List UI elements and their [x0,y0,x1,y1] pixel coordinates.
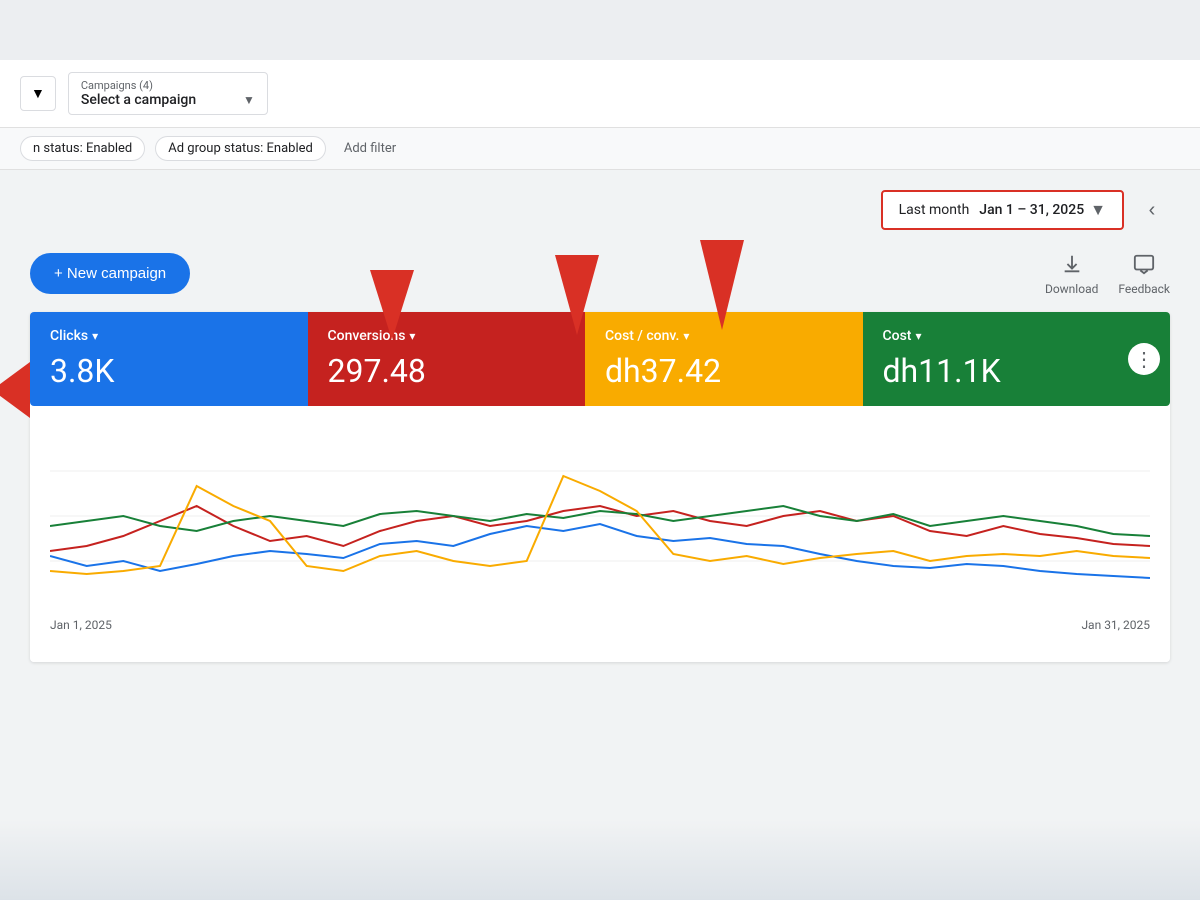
date-range-section: Last month Jan 1 – 31, 2025 ▼ ‹ [30,190,1170,230]
toolbar-actions: Download Feedback [1045,250,1170,296]
add-filter-button[interactable]: Add filter [336,137,404,160]
download-action[interactable]: Download [1045,250,1098,296]
toolbar-row: + New campaign Download Feedback [30,250,1170,296]
campaign-chevron-icon: ▼ [243,93,255,107]
feedback-label: Feedback [1118,282,1170,296]
cost-chevron-icon: ▾ [915,329,921,343]
campaign-select-value: Select a campaign ▼ [81,92,255,108]
chart-dates: Jan 1, 2025 Jan 31, 2025 [50,618,1150,632]
chart-container: Jan 1, 2025 Jan 31, 2025 [30,406,1170,662]
stat-clicks-label: Clicks ▾ [50,328,288,344]
date-range-box[interactable]: Last month Jan 1 – 31, 2025 ▼ [881,190,1124,230]
clicks-chevron-icon: ▾ [92,329,98,343]
performance-chart [50,426,1150,606]
feedback-action[interactable]: Feedback [1118,250,1170,296]
filter-chip-adgroup[interactable]: Ad group status: Enabled [155,136,326,161]
stat-cost[interactable]: Cost ▾ dh11.1K [863,312,1171,406]
new-campaign-button[interactable]: + New campaign [30,253,190,294]
stat-conversions-label: Conversions ▾ [328,328,566,344]
annotation-arrow-3 [700,240,744,330]
new-campaign-label: + New campaign [54,265,166,282]
chart-end-date: Jan 31, 2025 [1081,618,1150,632]
stat-cost-value: dh11.1K [883,352,1121,390]
nav-prev-button[interactable]: ‹ [1134,192,1170,228]
more-options-button[interactable]: ⋮ [1128,343,1160,375]
stat-cost-conv-value: dh37.42 [605,352,843,390]
main-content: Last month Jan 1 – 31, 2025 ▼ ‹ + New ca… [0,170,1200,682]
date-select[interactable]: Jan 1 – 31, 2025 ▼ [979,200,1106,220]
campaign-select-label: Campaigns (4) [81,79,255,92]
date-chevron-icon: ▼ [1090,200,1106,220]
account-select-chevron: ▼ [31,85,45,102]
stat-cost-label: Cost ▾ [883,328,1121,344]
filter-bar: n status: Enabled Ad group status: Enabl… [0,128,1200,170]
account-select[interactable]: ▼ [20,76,56,111]
campaign-select[interactable]: Campaigns (4) Select a campaign ▼ [68,72,268,115]
metrics-card: Clicks ▾ 3.8K Conversions ▾ 297.48 Cost … [30,312,1170,662]
cost-conv-chevron-icon: ▾ [683,329,689,343]
left-arrow-indicator [0,362,30,418]
date-label: Last month [899,202,970,218]
chart-start-date: Jan 1, 2025 [50,618,112,632]
feedback-icon [1130,250,1158,278]
stat-clicks[interactable]: Clicks ▾ 3.8K [30,312,308,406]
stat-cost-conv-label: Cost / conv. ▾ [605,328,843,344]
download-label: Download [1045,282,1098,296]
top-bar: ▼ Campaigns (4) Select a campaign ▼ [0,60,1200,128]
download-icon [1058,250,1086,278]
filter-chip-status[interactable]: n status: Enabled [20,136,145,161]
stat-clicks-value: 3.8K [50,352,288,390]
annotation-arrow-1 [370,270,414,340]
stat-conversions-value: 297.48 [328,352,566,390]
stat-conversions[interactable]: Conversions ▾ 297.48 [308,312,586,406]
stats-row: Clicks ▾ 3.8K Conversions ▾ 297.48 Cost … [30,312,1170,406]
annotation-arrow-2 [555,255,599,335]
date-value: Jan 1 – 31, 2025 [979,202,1084,218]
